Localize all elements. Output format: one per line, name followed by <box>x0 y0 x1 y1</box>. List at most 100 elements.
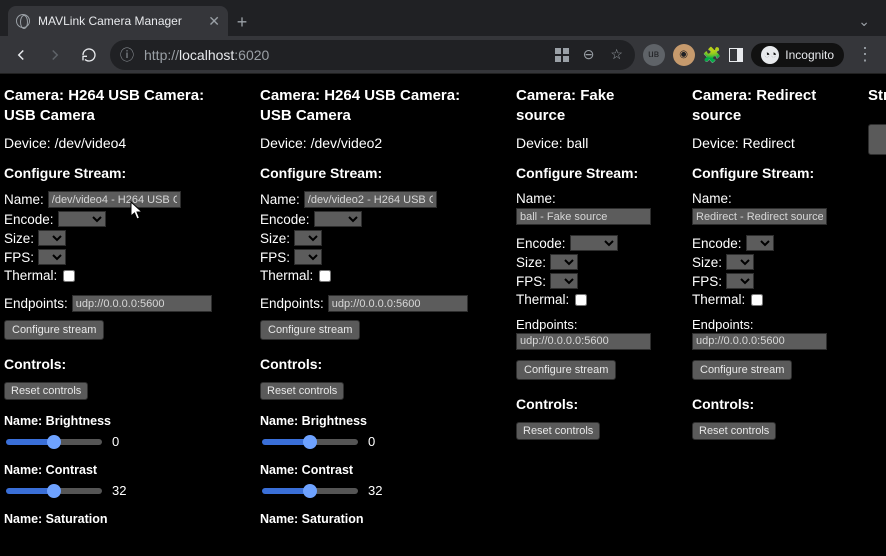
side-panel-icon[interactable] <box>729 48 743 62</box>
camera-panel-1: Camera: H264 USB Camera: USB Camera Devi… <box>260 86 490 556</box>
endpoint-input[interactable] <box>692 333 827 350</box>
encode-label: Encode: <box>516 236 566 251</box>
extension-ublock-icon[interactable]: uʙ <box>643 44 665 66</box>
address-bar[interactable]: ⓘ http://localhost:6020 ⊖ ☆ <box>110 40 635 70</box>
size-select[interactable] <box>726 254 754 270</box>
size-label: Size: <box>516 255 546 270</box>
name-label: Name: <box>692 191 732 206</box>
thermal-checkbox[interactable] <box>319 270 331 282</box>
stream-name-input[interactable] <box>48 191 181 208</box>
name-label: Name: <box>4 192 44 207</box>
qr-icon[interactable] <box>555 48 569 62</box>
encode-label: Encode: <box>692 236 742 251</box>
endpoint-input[interactable] <box>72 295 212 312</box>
name-label: Name: <box>260 192 300 207</box>
endpoints-label: Endpoints: <box>692 317 842 332</box>
camera-panel-0: Camera: H264 USB Camera: USB Camera Devi… <box>4 86 234 556</box>
camera-title: Camera: H264 USB Camera: USB Camera <box>260 86 490 125</box>
size-label: Size: <box>260 231 290 246</box>
close-tab-icon[interactable]: ✕ <box>208 13 220 30</box>
encode-select[interactable] <box>746 235 774 251</box>
endpoints-label: Endpoints: <box>516 317 666 332</box>
control-saturation-label: Name: Saturation <box>4 512 234 526</box>
encode-select[interactable] <box>58 211 106 227</box>
stream-name-input[interactable] <box>692 208 827 225</box>
camera-panel-3: Camera: Redirect source Device: Redirect… <box>692 86 842 556</box>
camera-panel-2: Camera: Fake source Device: ball Configu… <box>516 86 666 556</box>
tab-strip: MAVLink Camera Manager ✕ + ⌄ <box>0 0 886 36</box>
star-icon[interactable]: ☆ <box>609 46 625 63</box>
brightness-slider[interactable] <box>6 439 102 445</box>
chevron-down-icon[interactable]: ⌄ <box>852 7 876 36</box>
stream-name-input[interactable] <box>304 191 437 208</box>
new-tab-button[interactable]: + <box>228 8 256 36</box>
back-button[interactable] <box>8 42 34 68</box>
contrast-slider[interactable] <box>6 488 102 494</box>
reset-controls-button[interactable]: Reset controls <box>260 382 344 400</box>
fps-label: FPS: <box>4 250 34 265</box>
size-label: Size: <box>692 255 722 270</box>
configure-stream-button[interactable]: Configure stream <box>692 360 792 380</box>
camera-title: Camera: Redirect source <box>692 86 842 125</box>
webrtc-website-button[interactable]: WebRTC website <box>868 124 886 155</box>
fps-select[interactable] <box>38 249 66 265</box>
size-select[interactable] <box>550 254 578 270</box>
reset-controls-button[interactable]: Reset controls <box>4 382 88 400</box>
extensions-icon[interactable]: 🧩 <box>703 46 722 64</box>
size-select[interactable] <box>294 230 322 246</box>
configure-stream-button[interactable]: Configure stream <box>516 360 616 380</box>
control-contrast-label: Name: Contrast <box>4 463 234 477</box>
forward-button[interactable] <box>42 42 68 68</box>
incognito-badge: ◔◔ Incognito <box>751 43 844 67</box>
configure-stream-button[interactable]: Configure stream <box>260 320 360 340</box>
encode-label: Encode: <box>4 212 54 227</box>
streams-title: Streams <box>868 86 886 106</box>
encode-select[interactable] <box>314 211 362 227</box>
tab-title: MAVLink Camera Manager <box>38 14 200 28</box>
thermal-checkbox[interactable] <box>575 294 587 306</box>
camera-device: Device: /dev/video4 <box>4 135 234 151</box>
brightness-slider[interactable] <box>262 439 358 445</box>
fps-select[interactable] <box>550 273 578 289</box>
thermal-label: Thermal: <box>4 268 57 283</box>
menu-icon[interactable]: ⋮ <box>852 44 878 65</box>
extension-monkey-icon[interactable]: ◉ <box>673 44 695 66</box>
thermal-label: Thermal: <box>260 268 313 283</box>
browser-toolbar: ⓘ http://localhost:6020 ⊖ ☆ uʙ ◉ 🧩 ◔◔ In… <box>0 36 886 74</box>
thermal-label: Thermal: <box>516 292 569 307</box>
camera-title: Camera: H264 USB Camera: USB Camera <box>4 86 234 125</box>
brightness-value: 0 <box>368 434 375 449</box>
thermal-label: Thermal: <box>692 292 745 307</box>
name-label: Name: <box>516 191 556 206</box>
configure-stream-heading: Configure Stream: <box>516 165 666 181</box>
info-icon[interactable]: ⓘ <box>120 45 134 65</box>
fps-select[interactable] <box>726 273 754 289</box>
endpoint-input[interactable] <box>328 295 468 312</box>
reload-button[interactable] <box>76 42 102 68</box>
fps-select[interactable] <box>294 249 322 265</box>
endpoints-label: Endpoints: <box>260 296 324 311</box>
thermal-checkbox[interactable] <box>63 270 75 282</box>
thermal-checkbox[interactable] <box>751 294 763 306</box>
control-brightness-label: Name: Brightness <box>4 414 234 428</box>
browser-tab[interactable]: MAVLink Camera Manager ✕ <box>8 6 228 36</box>
endpoint-input[interactable] <box>516 333 651 350</box>
encode-label: Encode: <box>260 212 310 227</box>
endpoints-label: Endpoints: <box>4 296 68 311</box>
contrast-slider[interactable] <box>262 488 358 494</box>
reset-controls-button[interactable]: Reset controls <box>516 422 600 440</box>
camera-title: Camera: Fake source <box>516 86 666 125</box>
camera-device: Device: /dev/video2 <box>260 135 490 151</box>
camera-device: Device: ball <box>516 135 666 151</box>
size-select[interactable] <box>38 230 66 246</box>
encode-select[interactable] <box>570 235 618 251</box>
incognito-icon: ◔◔ <box>761 46 779 64</box>
brightness-value: 0 <box>112 434 119 449</box>
control-brightness-label: Name: Brightness <box>260 414 490 428</box>
stream-name-input[interactable] <box>516 208 651 225</box>
zoom-icon[interactable]: ⊖ <box>581 46 597 63</box>
globe-icon <box>16 14 30 28</box>
reset-controls-button[interactable]: Reset controls <box>692 422 776 440</box>
configure-stream-button[interactable]: Configure stream <box>4 320 104 340</box>
fps-label: FPS: <box>692 274 722 289</box>
